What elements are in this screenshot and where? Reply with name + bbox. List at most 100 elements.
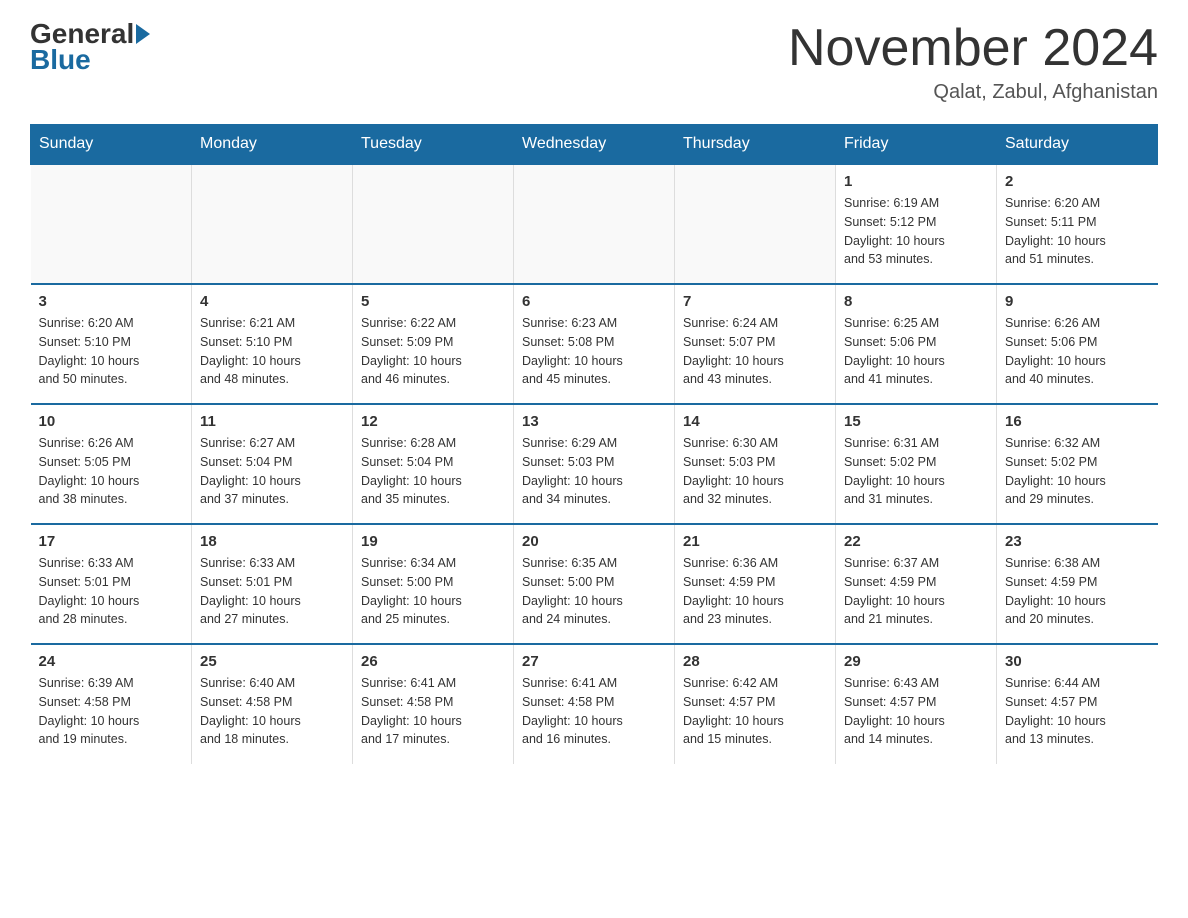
day-number: 3 (39, 293, 184, 310)
day-number: 9 (1005, 293, 1150, 310)
day-number: 29 (844, 653, 988, 670)
day-info: Sunrise: 6:41 AM Sunset: 4:58 PM Dayligh… (361, 674, 505, 749)
day-info: Sunrise: 6:35 AM Sunset: 5:00 PM Dayligh… (522, 554, 666, 629)
day-info: Sunrise: 6:20 AM Sunset: 5:11 PM Dayligh… (1005, 194, 1150, 269)
calendar-table: Sunday Monday Tuesday Wednesday Thursday… (30, 124, 1158, 764)
day-info: Sunrise: 6:42 AM Sunset: 4:57 PM Dayligh… (683, 674, 827, 749)
day-number: 7 (683, 293, 827, 310)
day-number: 23 (1005, 533, 1150, 550)
day-info: Sunrise: 6:38 AM Sunset: 4:59 PM Dayligh… (1005, 554, 1150, 629)
day-number: 15 (844, 413, 988, 430)
day-info: Sunrise: 6:21 AM Sunset: 5:10 PM Dayligh… (200, 314, 344, 389)
day-info: Sunrise: 6:26 AM Sunset: 5:06 PM Dayligh… (1005, 314, 1150, 389)
col-sunday: Sunday (31, 125, 192, 165)
table-row: 19Sunrise: 6:34 AM Sunset: 5:00 PM Dayli… (353, 524, 514, 644)
day-number: 16 (1005, 413, 1150, 430)
day-number: 5 (361, 293, 505, 310)
col-friday: Friday (836, 125, 997, 165)
table-row: 24 Sunrise: 6:39 AM Sunset: 4:58 PM Dayli… (31, 644, 192, 764)
day-number: 17 (39, 533, 184, 550)
table-row (675, 164, 836, 284)
table-row: 6 Sunrise: 6:23 AM Sunset: 5:08 PM Daylig… (514, 284, 675, 404)
table-row: 20 Sunrise: 6:35 AM Sunset: 5:00 PM Dayli… (514, 524, 675, 644)
table-row: 22 Sunrise: 6:37 AM Sunset: 4:59 PM Dayli… (836, 524, 997, 644)
table-row: 2Sunrise: 6:20 AM Sunset: 5:11 PM Daylig… (997, 164, 1158, 284)
logo-arrow-icon (136, 24, 150, 44)
day-number: 1 (844, 173, 988, 190)
col-tuesday: Tuesday (353, 125, 514, 165)
day-number: 12 (361, 413, 505, 430)
table-row: 10 Sunrise: 6:26 AM Sunset: 5:05 PM Dayli… (31, 404, 192, 524)
day-info: Sunrise: 6:40 AM Sunset: 4:58 PM Dayligh… (200, 674, 344, 749)
table-row: 5 Sunrise: 6:22 AM Sunset: 5:09 PM Daylig… (353, 284, 514, 404)
day-number: 26 (361, 653, 505, 670)
table-row (353, 164, 514, 284)
calendar-week-row: 10 Sunrise: 6:26 AM Sunset: 5:05 PM Dayli… (31, 404, 1158, 524)
table-row: 14Sunrise: 6:30 AM Sunset: 5:03 PM Dayli… (675, 404, 836, 524)
table-row: 18Sunrise: 6:33 AM Sunset: 5:01 PM Dayli… (192, 524, 353, 644)
table-row: 21 Sunrise: 6:36 AM Sunset: 4:59 PM Dayli… (675, 524, 836, 644)
day-info: Sunrise: 6:39 AM Sunset: 4:58 PM Dayligh… (39, 674, 184, 749)
table-row (514, 164, 675, 284)
table-row: 12 Sunrise: 6:28 AM Sunset: 5:04 PM Dayli… (353, 404, 514, 524)
calendar-header-row: Sunday Monday Tuesday Wednesday Thursday… (31, 125, 1158, 165)
day-number: 21 (683, 533, 827, 550)
day-info: Sunrise: 6:19 AM Sunset: 5:12 PM Dayligh… (844, 194, 988, 269)
table-row: 28 Sunrise: 6:42 AM Sunset: 4:57 PM Dayli… (675, 644, 836, 764)
day-number: 19 (361, 533, 505, 550)
day-info: Sunrise: 6:31 AM Sunset: 5:02 PM Dayligh… (844, 434, 988, 509)
day-info: Sunrise: 6:22 AM Sunset: 5:09 PM Dayligh… (361, 314, 505, 389)
day-info: Sunrise: 6:32 AM Sunset: 5:02 PM Dayligh… (1005, 434, 1150, 509)
table-row (31, 164, 192, 284)
col-saturday: Saturday (997, 125, 1158, 165)
col-thursday: Thursday (675, 125, 836, 165)
day-info: Sunrise: 6:27 AM Sunset: 5:04 PM Dayligh… (200, 434, 344, 509)
location: Qalat, Zabul, Afghanistan (788, 81, 1158, 104)
day-number: 22 (844, 533, 988, 550)
table-row: 4 Sunrise: 6:21 AM Sunset: 5:10 PM Daylig… (192, 284, 353, 404)
calendar-week-row: 1 Sunrise: 6:19 AM Sunset: 5:12 PM Daylig… (31, 164, 1158, 284)
day-info: Sunrise: 6:33 AM Sunset: 5:01 PM Dayligh… (39, 554, 184, 629)
day-number: 10 (39, 413, 184, 430)
table-row: 13 Sunrise: 6:29 AM Sunset: 5:03 PM Dayli… (514, 404, 675, 524)
table-row: 1 Sunrise: 6:19 AM Sunset: 5:12 PM Daylig… (836, 164, 997, 284)
table-row: 3 Sunrise: 6:20 AM Sunset: 5:10 PM Daylig… (31, 284, 192, 404)
table-row: 11 Sunrise: 6:27 AM Sunset: 5:04 PM Dayli… (192, 404, 353, 524)
day-info: Sunrise: 6:28 AM Sunset: 5:04 PM Dayligh… (361, 434, 505, 509)
day-number: 20 (522, 533, 666, 550)
table-row: 17 Sunrise: 6:33 AM Sunset: 5:01 PM Dayli… (31, 524, 192, 644)
day-info: Sunrise: 6:23 AM Sunset: 5:08 PM Dayligh… (522, 314, 666, 389)
page-header: General Blue November 2024 Qalat, Zabul,… (30, 20, 1158, 104)
table-row: 7 Sunrise: 6:24 AM Sunset: 5:07 PM Daylig… (675, 284, 836, 404)
table-row (192, 164, 353, 284)
day-info: Sunrise: 6:36 AM Sunset: 4:59 PM Dayligh… (683, 554, 827, 629)
table-row: 26 Sunrise: 6:41 AM Sunset: 4:58 PM Dayli… (353, 644, 514, 764)
title-area: November 2024 Qalat, Zabul, Afghanistan (788, 20, 1158, 104)
day-info: Sunrise: 6:33 AM Sunset: 5:01 PM Dayligh… (200, 554, 344, 629)
table-row: 8Sunrise: 6:25 AM Sunset: 5:06 PM Daylig… (836, 284, 997, 404)
month-title: November 2024 (788, 20, 1158, 77)
table-row: 23 Sunrise: 6:38 AM Sunset: 4:59 PM Dayli… (997, 524, 1158, 644)
table-row: 29 Sunrise: 6:43 AM Sunset: 4:57 PM Dayli… (836, 644, 997, 764)
day-info: Sunrise: 6:20 AM Sunset: 5:10 PM Dayligh… (39, 314, 184, 389)
calendar-week-row: 3 Sunrise: 6:20 AM Sunset: 5:10 PM Daylig… (31, 284, 1158, 404)
day-info: Sunrise: 6:26 AM Sunset: 5:05 PM Dayligh… (39, 434, 184, 509)
table-row: 30Sunrise: 6:44 AM Sunset: 4:57 PM Dayli… (997, 644, 1158, 764)
calendar-week-row: 24 Sunrise: 6:39 AM Sunset: 4:58 PM Dayli… (31, 644, 1158, 764)
day-number: 13 (522, 413, 666, 430)
day-info: Sunrise: 6:29 AM Sunset: 5:03 PM Dayligh… (522, 434, 666, 509)
logo-blue: Blue (30, 44, 91, 76)
day-info: Sunrise: 6:24 AM Sunset: 5:07 PM Dayligh… (683, 314, 827, 389)
day-number: 4 (200, 293, 344, 310)
day-number: 6 (522, 293, 666, 310)
day-number: 27 (522, 653, 666, 670)
day-info: Sunrise: 6:30 AM Sunset: 5:03 PM Dayligh… (683, 434, 827, 509)
day-number: 11 (200, 413, 344, 430)
table-row: 15 Sunrise: 6:31 AM Sunset: 5:02 PM Dayli… (836, 404, 997, 524)
day-number: 28 (683, 653, 827, 670)
day-info: Sunrise: 6:43 AM Sunset: 4:57 PM Dayligh… (844, 674, 988, 749)
day-info: Sunrise: 6:44 AM Sunset: 4:57 PM Dayligh… (1005, 674, 1150, 749)
day-info: Sunrise: 6:37 AM Sunset: 4:59 PM Dayligh… (844, 554, 988, 629)
day-number: 24 (39, 653, 184, 670)
table-row: 9 Sunrise: 6:26 AM Sunset: 5:06 PM Daylig… (997, 284, 1158, 404)
